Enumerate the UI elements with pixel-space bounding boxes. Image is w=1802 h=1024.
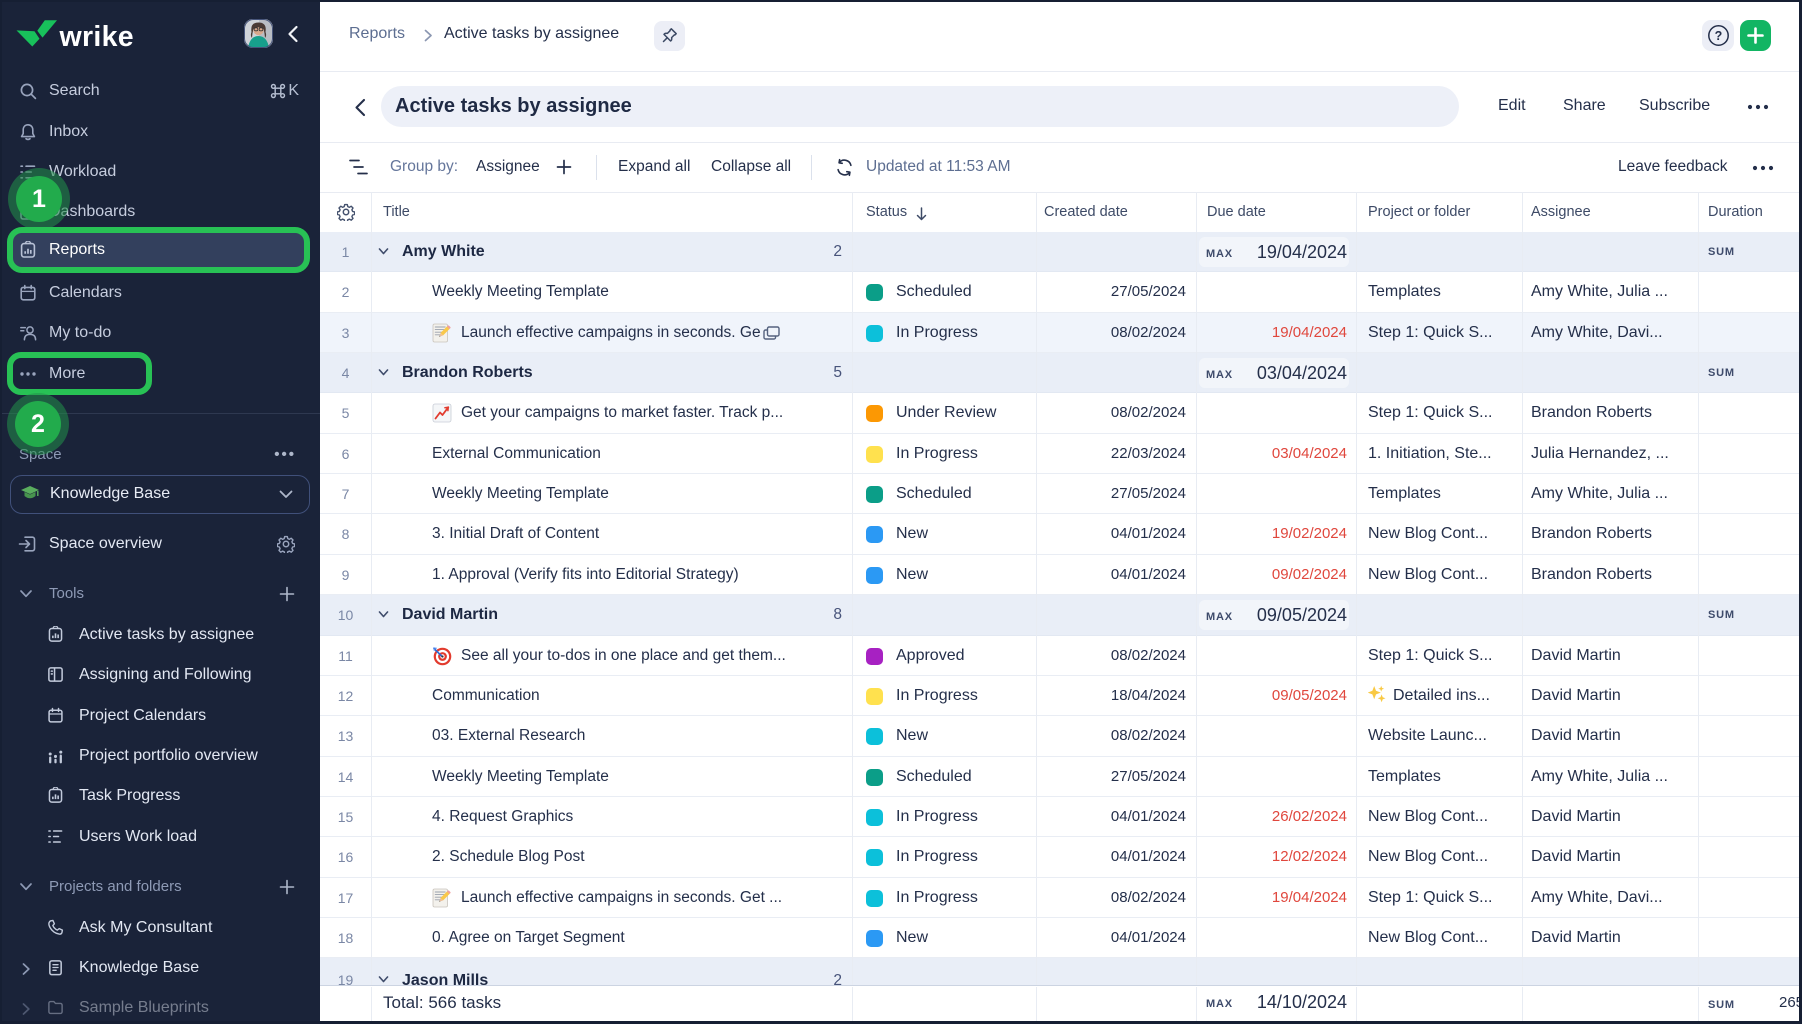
svg-text:wrike: wrike <box>59 21 134 53</box>
